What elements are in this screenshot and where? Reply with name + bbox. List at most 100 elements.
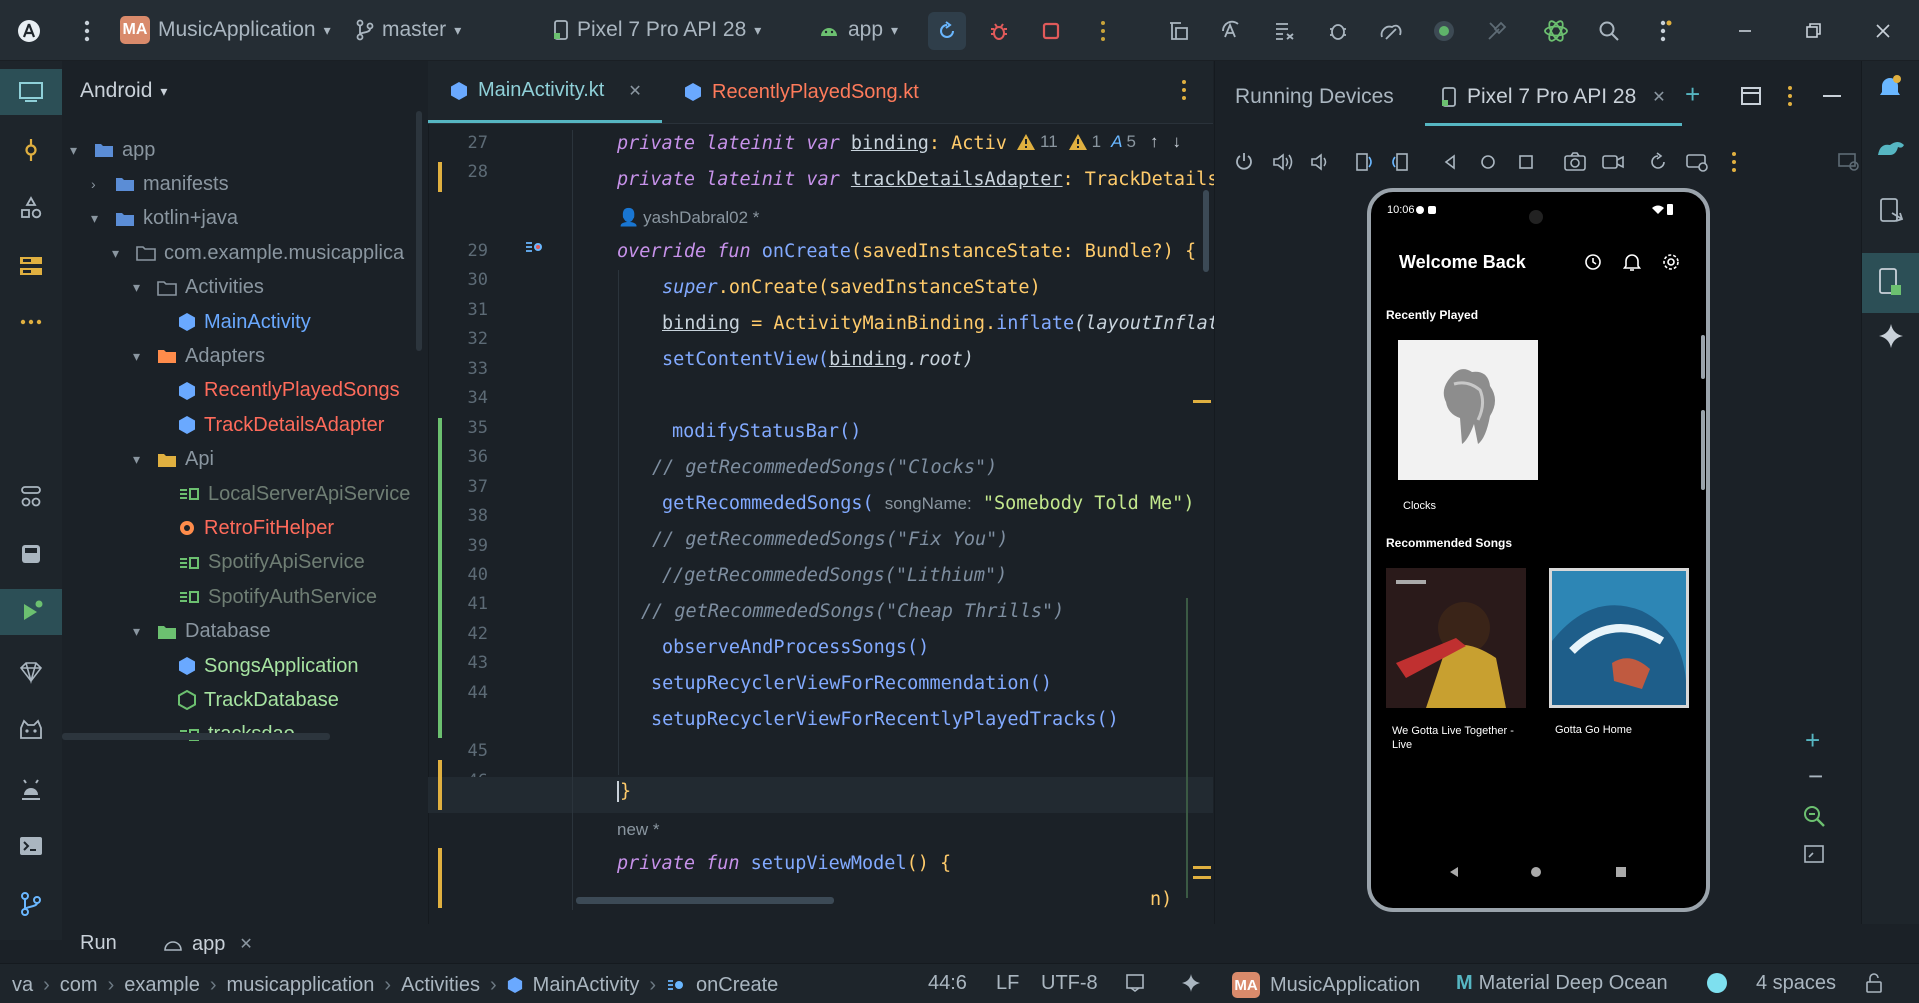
close-tab-icon[interactable]: ✕ bbox=[628, 81, 641, 101]
github-copilot-icon[interactable] bbox=[6, 707, 56, 753]
code-vision-new[interactable]: new * bbox=[617, 820, 660, 840]
breadcrumb-item[interactable]: onCreate bbox=[696, 974, 778, 997]
logcat-icon[interactable] bbox=[6, 765, 56, 811]
screenshot-icon[interactable] bbox=[1563, 151, 1587, 173]
close-window-icon[interactable] bbox=[1864, 12, 1902, 50]
tree-item[interactable]: ▾ Database bbox=[133, 615, 271, 649]
tree-item[interactable]: ▾ Activities bbox=[133, 271, 264, 305]
apply-changes-restart-button[interactable] bbox=[928, 12, 966, 50]
file-encoding[interactable]: UTF-8 bbox=[1041, 972, 1098, 995]
tree-item[interactable]: SpotifyApiService bbox=[154, 546, 365, 580]
version-control-icon[interactable] bbox=[6, 881, 56, 927]
editor-horizontal-scrollbar[interactable] bbox=[576, 897, 834, 904]
album-art-rec-1[interactable] bbox=[1386, 568, 1526, 708]
tree-item[interactable]: RetroFitHelper bbox=[154, 511, 334, 545]
gem-tool-icon[interactable] bbox=[6, 649, 56, 695]
search-icon[interactable] bbox=[1590, 12, 1628, 50]
debug-icon[interactable] bbox=[980, 12, 1018, 50]
device-explorer-icon[interactable] bbox=[1878, 197, 1904, 225]
chevron-down-icon[interactable]: ▾ bbox=[70, 142, 86, 159]
previous-highlight-icon[interactable]: ↑ bbox=[1150, 132, 1159, 152]
tab-recentlyplayedsong[interactable]: RecentlyPlayedSong.kt bbox=[684, 61, 919, 123]
tree-item[interactable]: ▾ Adapters bbox=[133, 339, 265, 373]
breadcrumb-item[interactable]: example bbox=[124, 974, 200, 997]
minimize-window-icon[interactable] bbox=[1726, 12, 1764, 50]
gemini-assistant-icon[interactable] bbox=[1537, 12, 1575, 50]
chevron-down-icon[interactable]: ▾ bbox=[133, 451, 149, 468]
screen-record-icon[interactable] bbox=[1601, 151, 1625, 173]
album-art-clocks[interactable] bbox=[1398, 340, 1538, 480]
gradle-icon[interactable] bbox=[1876, 137, 1906, 159]
breadcrumb-item[interactable]: musicapplication bbox=[227, 974, 375, 997]
nav-home-icon[interactable] bbox=[1531, 867, 1541, 877]
breadcrumb-item[interactable]: va bbox=[12, 974, 33, 997]
chevron-right-icon[interactable]: › bbox=[91, 176, 107, 192]
structure-tool-icon[interactable] bbox=[6, 243, 56, 289]
volume-up-icon[interactable] bbox=[1271, 151, 1295, 173]
breadcrumb-item[interactable]: Activities bbox=[401, 974, 480, 997]
zoom-actual-size-icon[interactable] bbox=[1801, 803, 1827, 829]
device-file-explorer-icon[interactable] bbox=[1160, 12, 1198, 50]
theme-widget[interactable]: M Material Deep Ocean bbox=[1456, 972, 1668, 995]
theme-color-icon[interactable] bbox=[1706, 972, 1728, 994]
tab-device-pixel7pro[interactable]: Pixel 7 Pro API 28 ✕ bbox=[1425, 71, 1682, 126]
more-actions-icon[interactable] bbox=[1084, 12, 1122, 50]
zoom-fit-icon[interactable] bbox=[1803, 843, 1825, 865]
chevron-down-icon[interactable]: ▾ bbox=[133, 348, 149, 365]
status-project-widget[interactable]: MA MusicApplication bbox=[1232, 972, 1420, 998]
gemini-icon[interactable] bbox=[1878, 323, 1904, 349]
android-studio-logo-icon[interactable] bbox=[10, 12, 48, 50]
restore-window-icon[interactable] bbox=[1794, 12, 1832, 50]
project-tool-icon[interactable] bbox=[0, 69, 62, 115]
home-button-icon[interactable] bbox=[1479, 153, 1497, 171]
settings-menu-icon[interactable] bbox=[1646, 12, 1684, 50]
more-tools-icon[interactable] bbox=[6, 299, 56, 345]
tree-item[interactable]: SpotifyAuthService bbox=[154, 580, 377, 614]
vcs-branch-selector[interactable]: master ▾ bbox=[356, 14, 461, 46]
tree-item[interactable]: ▾ kotlin+java bbox=[91, 202, 238, 236]
hide-window-icon[interactable] bbox=[1823, 95, 1841, 97]
chevron-down-icon[interactable]: ▾ bbox=[133, 279, 149, 296]
volume-down-icon[interactable] bbox=[1309, 151, 1331, 173]
settings-gear-icon[interactable] bbox=[1661, 252, 1681, 272]
tree-vertical-scrollbar[interactable] bbox=[416, 111, 422, 351]
run-config-selector[interactable]: app ▾ bbox=[818, 14, 898, 46]
build-tools-icon[interactable] bbox=[1478, 12, 1516, 50]
overview-button-icon[interactable] bbox=[1517, 153, 1535, 171]
resource-manager-icon[interactable] bbox=[6, 185, 56, 231]
chevron-down-icon[interactable]: ▾ bbox=[133, 623, 149, 640]
run-tab-app[interactable]: app ✕ bbox=[162, 930, 253, 958]
tree-item[interactable]: MainActivity bbox=[154, 305, 311, 339]
commit-tool-icon[interactable] bbox=[6, 127, 56, 173]
nav-back-icon[interactable] bbox=[1447, 865, 1461, 879]
readonly-toggle-icon[interactable] bbox=[1125, 972, 1145, 992]
lock-icon[interactable] bbox=[1864, 972, 1884, 994]
notifications-icon[interactable] bbox=[1876, 73, 1904, 101]
tab-options-icon[interactable] bbox=[1181, 79, 1187, 101]
zoom-out-icon[interactable]: − bbox=[1808, 761, 1823, 792]
project-selector[interactable]: MA MusicApplication ▾ bbox=[120, 14, 331, 46]
build-variants-icon[interactable] bbox=[6, 473, 56, 519]
breadcrumb-item[interactable]: com bbox=[60, 974, 98, 997]
chevron-down-icon[interactable]: ▾ bbox=[91, 210, 107, 227]
code-line[interactable]: } bbox=[617, 781, 631, 802]
mirror-options-icon[interactable] bbox=[1837, 151, 1861, 173]
device-settings-icon[interactable] bbox=[1685, 151, 1709, 173]
tree-item[interactable]: › manifests bbox=[91, 167, 229, 201]
tree-item[interactable]: ▾ com.example.musicapplica bbox=[112, 236, 404, 270]
zoom-in-icon[interactable]: + bbox=[1805, 725, 1820, 756]
tree-item[interactable]: LocalServerApiService bbox=[154, 477, 410, 511]
indent-setting[interactable]: 4 spaces bbox=[1756, 972, 1836, 995]
history-icon[interactable] bbox=[1583, 252, 1603, 272]
tree-item[interactable]: ▾ app bbox=[70, 133, 155, 167]
device-manager-icon[interactable] bbox=[1425, 12, 1463, 50]
tree-item[interactable]: TrackDetailsAdapter bbox=[154, 408, 384, 442]
layout-inspector-icon[interactable] bbox=[1266, 12, 1304, 50]
window-options-icon[interactable] bbox=[1787, 85, 1793, 107]
translations-icon[interactable] bbox=[1213, 12, 1251, 50]
next-highlight-icon[interactable]: ↓ bbox=[1172, 132, 1181, 152]
tree-item[interactable]: RecentlyPlayedSongs bbox=[154, 374, 400, 408]
run-tool-icon[interactable] bbox=[0, 589, 62, 635]
caret-position[interactable]: 44:6 bbox=[928, 972, 967, 995]
terminal-icon[interactable] bbox=[6, 823, 56, 869]
